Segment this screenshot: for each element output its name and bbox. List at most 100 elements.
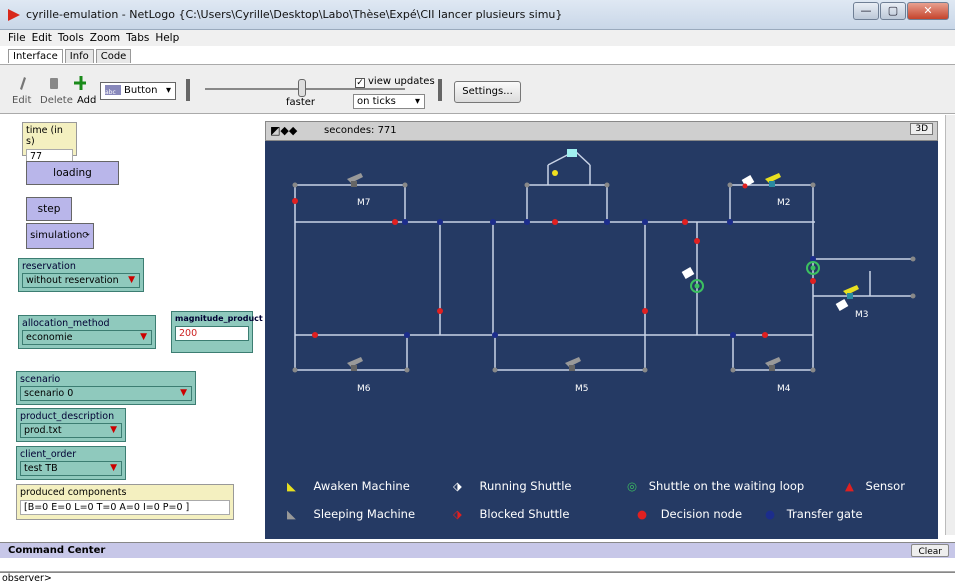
forever-icon: ⟳ [82,231,90,241]
view-updates-label: view updates [368,76,435,87]
machine-m6[interactable] [347,357,363,371]
edit-icon[interactable] [20,77,26,90]
magnitude-product-label: magnitude_product [175,314,263,323]
transfer-gate-icon: ● [765,507,776,521]
simulation-button[interactable]: simulation⟳ [26,223,94,249]
machine-label-m5: M5 [575,384,589,394]
shuttles [552,149,849,311]
clear-button[interactable]: Clear [911,544,949,557]
running-shuttle[interactable] [567,149,577,157]
reservation-value: without reservation [26,275,119,286]
chevron-down-icon: ▾ [414,96,420,107]
speed-label: faster [286,97,316,108]
toolbar-icons [20,76,86,90]
track-endpoint [292,367,298,373]
track-endpoint [404,367,410,373]
product-description-chooser[interactable]: product_description prod.txt ▼ [16,408,126,442]
close-button[interactable]: ✕ [907,2,949,20]
delete-icon[interactable] [50,78,58,89]
decision-nodes [292,198,816,338]
running-shuttle-icon: ⬗ [453,479,462,493]
magnitude-product-value[interactable]: 200 [175,326,249,341]
product-description-select[interactable]: prod.txt ▼ [20,423,122,438]
machine-label-m3: M3 [855,310,869,320]
machine-m3[interactable] [843,285,859,299]
track-endpoint [727,182,733,188]
tab-info[interactable]: Info [64,49,94,63]
view-header: ◩◆◆ secondes: 771 3D [265,121,938,141]
simulation-view[interactable]: M7 M2 M3 M6 M5 M4 ◣ Awaken Machine ⬗ Run… [265,141,938,539]
track-endpoint [642,367,648,373]
transfer-gate [492,332,498,338]
reservation-chooser[interactable]: reservation without reservation ▼ [18,258,144,292]
decision-node [552,219,558,225]
machine-m4[interactable] [765,357,781,371]
add-icon[interactable] [74,76,86,90]
awaken-machine-icon: ◣ [287,479,296,493]
track-endpoint [910,293,916,299]
allocation-method-select[interactable]: economie ▼ [22,330,152,345]
time-monitor: time (in s) 77 [22,122,77,164]
transfer-gate [730,332,736,338]
decision-node [312,332,318,338]
menu-file[interactable]: File [8,32,26,44]
reservation-select[interactable]: without reservation ▼ [22,273,140,288]
maximize-button[interactable]: ▢ [880,2,906,20]
edit-button[interactable]: Edit [12,95,31,106]
tab-code[interactable]: Code [95,49,132,63]
menu-help[interactable]: Help [155,32,179,44]
chevron-down-icon: ▼ [110,463,117,473]
decision-node [694,238,700,244]
menu-tools[interactable]: Tools [58,32,84,44]
scenario-select[interactable]: scenario 0 ▼ [20,386,192,401]
allocation-method-value: economie [26,332,73,343]
client-order-select[interactable]: test TB ▼ [20,461,122,476]
decision-node-icon: ● [637,507,648,521]
scenario-label: scenario [20,374,61,385]
speed-slider-knob[interactable] [298,79,306,97]
decision-node [642,308,648,314]
separator [186,79,190,101]
menu-zoom[interactable]: Zoom [90,32,120,44]
menu-edit[interactable]: Edit [32,32,52,44]
legend-waiting-shuttle: ◎ Shuttle on the waiting loop [627,479,804,493]
produced-components-monitor: produced components [B=0 E=0 L=0 T=0 A=0… [16,484,234,520]
transfer-gate [437,219,443,225]
legend-label: Sensor [865,479,905,493]
legend-label: Transfer gate [786,507,863,521]
magnitude-product-input[interactable]: magnitude_product 200 [171,311,263,353]
chevron-down-icon: ▼ [180,388,187,398]
delete-button[interactable]: Delete [40,95,73,106]
tab-interface[interactable]: Interface [8,49,63,63]
step-button[interactable]: step [26,197,72,221]
command-center-output [0,558,955,572]
menu-tabs[interactable]: Tabs [126,32,149,44]
view-controls-icon[interactable]: ◩◆◆ [270,124,297,137]
client-order-chooser[interactable]: client_order test TB ▼ [16,446,126,480]
track-endpoint [730,367,736,373]
running-shuttle[interactable] [552,170,558,176]
legend-sleeping-machine: ◣ Sleeping Machine [287,507,415,521]
add-button[interactable]: Add [77,95,96,106]
minimize-button[interactable]: — [853,2,879,20]
view-updates-checkbox[interactable]: ✓ [355,78,365,88]
command-input[interactable]: observer> [0,572,955,585]
interface-scrollbar[interactable] [945,115,955,535]
machine-label-m7: M7 [357,198,371,208]
track-endpoint [492,367,498,373]
blocked-shuttle[interactable] [741,175,755,189]
machine-m5[interactable] [565,357,581,371]
legend-label: Sleeping Machine [313,507,416,521]
running-shuttle[interactable] [681,267,695,279]
update-mode-select[interactable]: on ticks ▾ [353,94,425,109]
legend-label: Blocked Shuttle [479,507,570,521]
widget-type-select[interactable]: abc Button ▾ [100,82,176,100]
loading-button[interactable]: loading [26,161,119,185]
blocked-shuttle-icon: ⬗ [453,507,462,521]
product-description-value: prod.txt [24,425,62,436]
allocation-method-chooser[interactable]: allocation_method economie ▼ [18,315,156,349]
3d-view-button[interactable]: 3D [910,123,933,135]
scenario-chooser[interactable]: scenario scenario 0 ▼ [16,371,196,405]
settings-button[interactable]: Settings... [454,81,521,103]
running-shuttle[interactable] [835,299,849,311]
